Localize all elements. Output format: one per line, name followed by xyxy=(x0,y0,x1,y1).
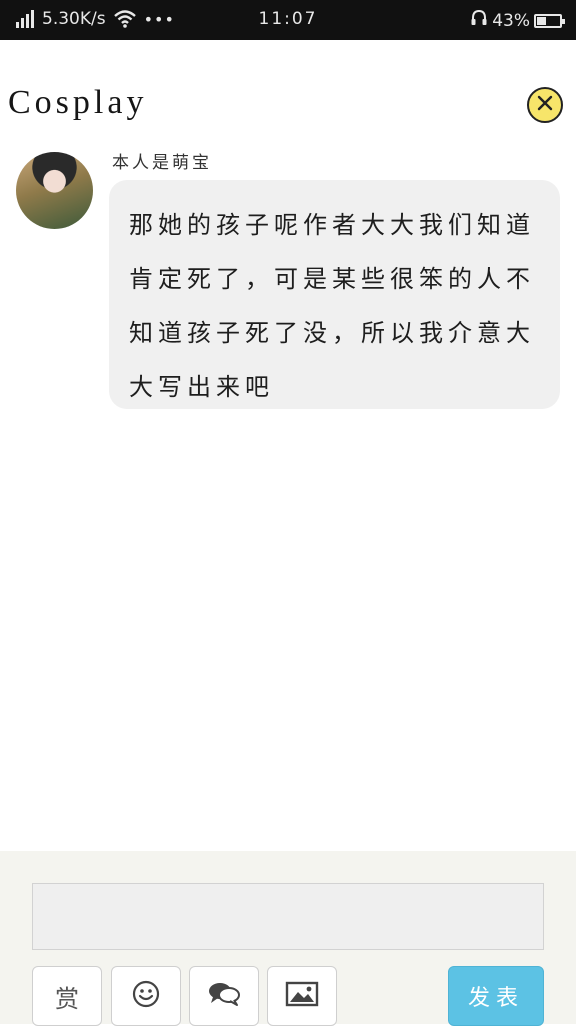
reward-label: 赏 xyxy=(55,984,79,1013)
chat-button[interactable] xyxy=(189,966,259,1026)
submit-button[interactable]: 发表 xyxy=(448,966,544,1026)
comment-text: 那她的孩子呢作者大大我们知道肯定死了，可是某些很笨的人不知道孩子死了没，所以我介… xyxy=(129,211,535,401)
reply-input[interactable] xyxy=(32,883,544,950)
close-button[interactable] xyxy=(527,87,563,123)
close-icon xyxy=(536,94,554,116)
status-bar: 5.30K/s ••• 11:07 43% xyxy=(0,0,576,40)
chat-icon xyxy=(207,980,241,1012)
battery-percent: 43% xyxy=(492,10,530,31)
comment-author: 本人是萌宝 xyxy=(112,153,212,173)
avatar[interactable] xyxy=(16,152,93,229)
image-button[interactable] xyxy=(267,966,337,1026)
emoji-button[interactable] xyxy=(111,966,181,1026)
battery-fill xyxy=(537,16,546,25)
status-right: 43% xyxy=(470,9,565,32)
headphone-icon xyxy=(470,9,488,32)
emoji-icon xyxy=(131,979,161,1013)
reward-button[interactable]: 赏 xyxy=(32,966,102,1026)
image-icon xyxy=(285,980,319,1012)
comment-bubble: 那她的孩子呢作者大大我们知道肯定死了，可是某些很笨的人不知道孩子死了没，所以我介… xyxy=(109,180,560,409)
page-title: Cosplay xyxy=(8,84,148,121)
battery-icon xyxy=(534,13,565,28)
